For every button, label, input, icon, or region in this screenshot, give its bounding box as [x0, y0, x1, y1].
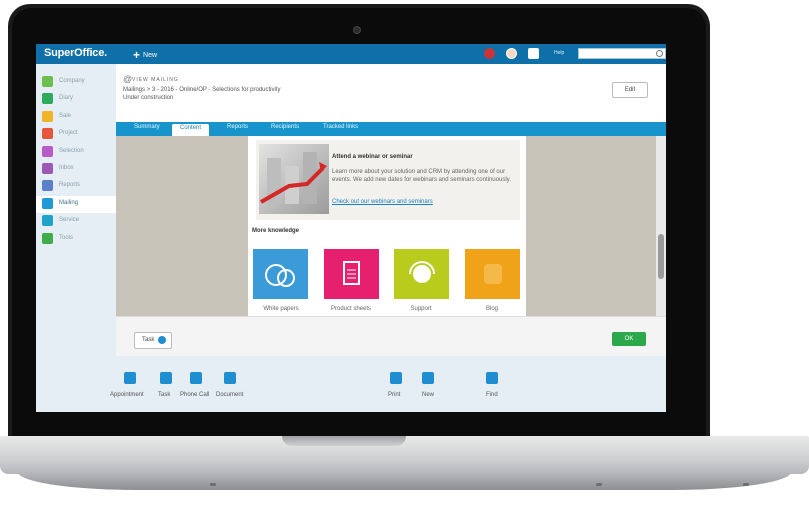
help-link[interactable]: Help: [554, 50, 564, 56]
tab-summary[interactable]: Summary: [134, 124, 160, 130]
headset-icon: [409, 261, 435, 283]
sidebar-item-label: Project: [59, 130, 78, 137]
sidebar-item-mailing[interactable]: Mailing: [36, 195, 116, 213]
inbox-icon: [42, 163, 53, 174]
white-papers-tile[interactable]: [253, 249, 308, 299]
laptop-foot: [596, 483, 602, 486]
task-dock-label[interactable]: Task: [158, 392, 170, 398]
diary-icon: [42, 93, 53, 105]
phone-icon[interactable]: [190, 372, 202, 384]
app-screen: SuperOffice. + New Help Company Diary Sale P…: [36, 44, 666, 412]
sidebar-item-label: Tools: [59, 234, 74, 241]
sale-icon: [42, 110, 53, 122]
sidebar-item-label: Sale: [59, 112, 72, 119]
checkbox-icon[interactable]: [160, 372, 172, 384]
app-logo[interactable]: SuperOffice.: [44, 47, 107, 59]
sidebar-item-reports[interactable]: Reports: [36, 178, 116, 195]
sidebar-item-company[interactable]: Company: [36, 74, 116, 91]
selection-icon: [42, 145, 53, 157]
sidebar-item-service[interactable]: Service: [36, 213, 116, 230]
sidebar-item-selection[interactable]: Selection: [36, 144, 116, 161]
menu-icon[interactable]: [528, 48, 539, 59]
tile-label: Blog: [485, 306, 498, 312]
new-button[interactable]: + New: [133, 48, 157, 62]
search-input[interactable]: [578, 48, 666, 59]
laptop-base: [0, 436, 809, 474]
at-icon: @: [123, 74, 133, 84]
print-label[interactable]: Print: [388, 392, 400, 398]
plus-icon: +: [133, 48, 141, 62]
tile-label: White papers: [263, 306, 299, 312]
plus-icon[interactable]: [422, 372, 434, 384]
webcam: [353, 26, 361, 34]
sidebar-item-label: Selection: [59, 147, 84, 154]
promo-image: [259, 144, 329, 214]
blog-tile[interactable]: [465, 249, 520, 299]
sidebar-item-label: Mailing: [59, 199, 79, 206]
tile-label: Support: [410, 306, 432, 312]
new-dock-label[interactable]: New: [422, 392, 434, 398]
tile-label: Product sheets: [330, 306, 372, 312]
sidebar-item-label: Inbox: [59, 165, 74, 171]
service-icon: [42, 215, 53, 227]
document-label[interactable]: Document: [216, 392, 243, 398]
laptop-hinge-notch: [282, 436, 406, 446]
bottom-dock: [36, 356, 666, 412]
document-icon: [343, 261, 360, 285]
ok-button[interactable]: OK: [612, 332, 646, 346]
mailing-icon: [42, 197, 53, 209]
sidebar-item-project[interactable]: Project: [36, 126, 116, 143]
task-add-icon: [158, 336, 166, 344]
search-icon: [656, 50, 663, 57]
chat-bubbles-icon: [265, 264, 295, 287]
pencil-icon[interactable]: [224, 372, 236, 384]
laptop-foot: [210, 483, 216, 486]
dialog-footer: [116, 316, 666, 357]
breadcrumb[interactable]: Mailings > 3 - 2016 - Online/OP - Select…: [123, 87, 280, 93]
sidebar-item-diary[interactable]: Diary: [36, 91, 116, 108]
scrollbar-thumb[interactable]: [658, 234, 664, 279]
task-button[interactable]: Task: [134, 332, 172, 349]
find-icon[interactable]: [486, 372, 498, 384]
tab-tracked-links[interactable]: Tracked links: [323, 124, 358, 130]
knowledge-title: More knowledge: [252, 228, 300, 234]
task-label: Task: [142, 337, 155, 343]
scrollbar[interactable]: [656, 136, 666, 316]
view-label: VIEW MAILING: [132, 77, 179, 83]
sidebar-item-sale[interactable]: Sale: [36, 109, 116, 126]
phone-call-label[interactable]: Phone Call: [180, 392, 209, 398]
sidebar-item-label: Reports: [59, 182, 81, 189]
status-text: Under construction: [123, 95, 174, 101]
sidebar-item-inbox[interactable]: Inbox: [36, 161, 116, 178]
product-sheets-tile[interactable]: [324, 249, 379, 299]
tools-icon: [42, 232, 53, 244]
support-tile[interactable]: [394, 249, 449, 299]
laptop-foot: [743, 483, 749, 486]
blog-icon: [484, 264, 502, 284]
top-bar: [36, 44, 666, 64]
tab-reports[interactable]: Reports: [227, 124, 248, 130]
laptop-base-bottom: [18, 472, 791, 490]
company-icon: [42, 76, 53, 87]
avatar[interactable]: [506, 48, 517, 59]
tab-recipients[interactable]: Recipients: [271, 124, 299, 130]
appointment-label[interactable]: Appointment: [110, 392, 144, 398]
reports-icon: [42, 180, 53, 192]
sidebar-item-tools[interactable]: Tools: [36, 231, 116, 248]
edit-button[interactable]: Edit: [612, 82, 648, 98]
promo-title: Attend a webinar or seminar: [332, 154, 413, 160]
new-label: New: [143, 52, 158, 59]
sidebar-item-label: Diary: [59, 95, 74, 102]
project-icon: [42, 128, 53, 140]
sidebar-item-label: Service: [59, 217, 80, 224]
sidebar-item-label: Company: [59, 78, 85, 84]
print-icon[interactable]: [390, 372, 402, 384]
promo-body: Learn more about your solution and CRM b…: [332, 169, 511, 183]
notification-icon[interactable]: [484, 48, 495, 59]
calendar-icon[interactable]: [124, 372, 136, 384]
promo-link[interactable]: Check out our webinars and seminars: [332, 199, 433, 205]
find-label[interactable]: Find: [486, 392, 498, 398]
